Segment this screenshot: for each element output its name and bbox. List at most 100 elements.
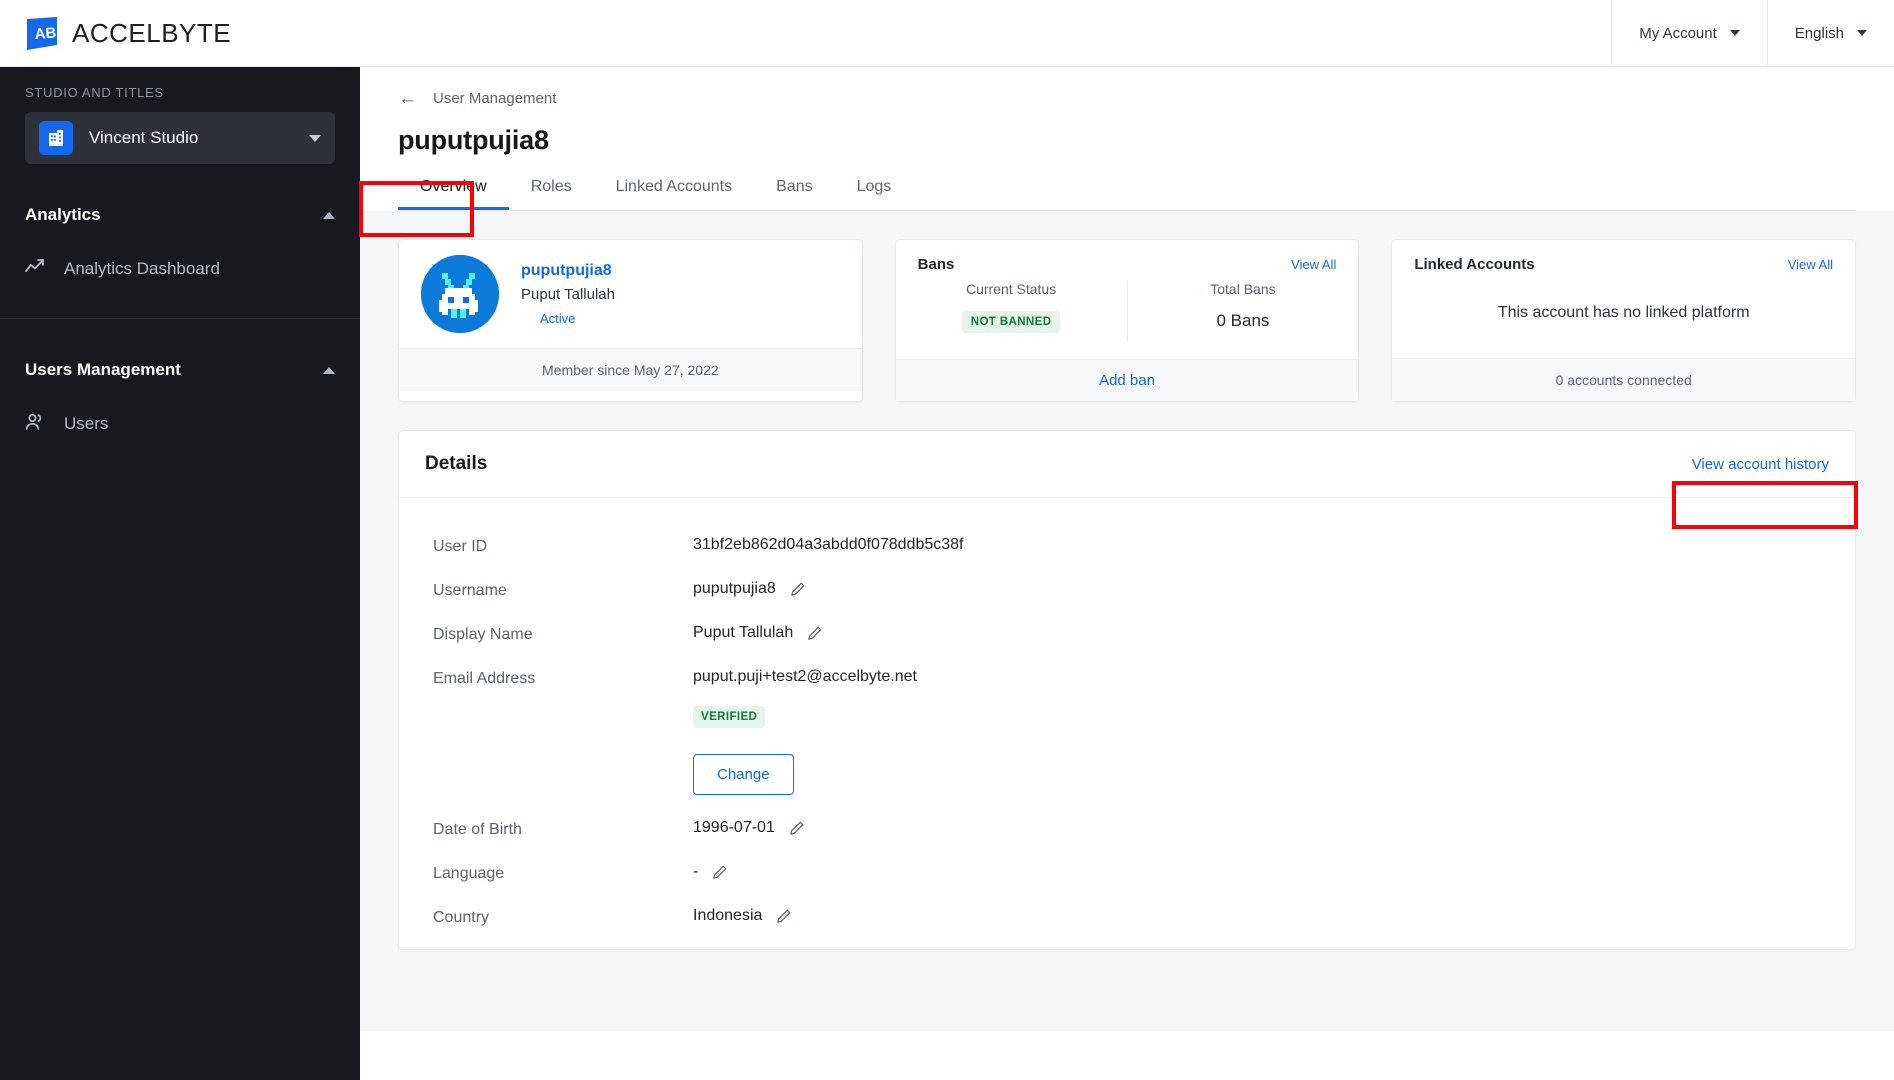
sidebar-item-label: Analytics Dashboard: [64, 259, 220, 278]
stat-label: Current Status: [965, 281, 1057, 297]
add-ban-button[interactable]: Add ban: [895, 359, 1359, 401]
tab-label: Linked Accounts: [615, 178, 733, 195]
sidebar-group-analytics[interactable]: Analytics: [0, 192, 360, 238]
tab-bar-underline: [398, 210, 1856, 211]
top-bar-actions: My Account English: [1611, 0, 1894, 67]
app-root: AB ACCELBYTE My Account English STUDIO A…: [0, 0, 1894, 1080]
trending-up-icon: [24, 256, 46, 283]
profile-display-name: Puput Tallulah: [521, 286, 615, 303]
bans-card-header: Bans View All: [896, 240, 1359, 273]
detail-row-display-name: Display Name Puput Tallulah: [399, 612, 1855, 656]
brand-name: ACCELBYTE: [72, 17, 232, 48]
sidebar-item-analytics-dashboard[interactable]: Analytics Dashboard: [0, 246, 360, 292]
breadcrumb-label: User Management: [433, 90, 557, 107]
building-icon: [39, 121, 73, 155]
tab-roles[interactable]: Roles: [509, 178, 594, 211]
avatar: [421, 255, 499, 333]
detail-value-line: 31bf2eb862d04a3abdd0f078ddb5c38f: [693, 536, 964, 554]
sidebar-group-title: Analytics: [25, 205, 101, 224]
email-verified-badge: VERIFIED: [693, 706, 766, 728]
detail-label: Date of Birth: [433, 821, 522, 838]
tab-linked-accounts[interactable]: Linked Accounts: [594, 178, 755, 211]
edit-pencil-icon[interactable]: [711, 864, 728, 881]
arrow-left-icon: ←: [398, 88, 417, 109]
profile-status-badge: Active: [540, 311, 576, 326]
detail-value-wrap: -: [693, 863, 728, 881]
tab-label: Bans: [776, 178, 813, 195]
view-account-history-link[interactable]: View account history: [1692, 456, 1829, 473]
chevron-down-icon: [309, 134, 321, 142]
change-email-button[interactable]: Change: [693, 754, 794, 795]
detail-label: Country: [433, 909, 490, 926]
content-area: puputpujia8 Puput Tallulah Active Member…: [360, 211, 1894, 1031]
profile-username[interactable]: puputpujia8: [521, 262, 615, 280]
studio-name: Vincent Studio: [89, 128, 199, 147]
bans-view-all-link[interactable]: View All: [1291, 257, 1336, 272]
detail-value-wrap: 31bf2eb862d04a3abdd0f078ddb5c38f: [693, 536, 964, 554]
bans-current-status: Current Status NOT BANNED: [896, 281, 1127, 341]
detail-value: -: [693, 863, 699, 880]
sidebar-group-users-management[interactable]: Users Management: [0, 347, 360, 393]
detail-value-line: puputpujia8: [693, 580, 806, 598]
profile-identity: puputpujia8 Puput Tallulah Active: [521, 262, 615, 326]
sidebar-item-label: Users: [64, 414, 109, 433]
edit-pencil-icon[interactable]: [806, 625, 823, 642]
breadcrumb[interactable]: ← User Management: [398, 89, 1856, 108]
detail-label: User ID: [433, 538, 488, 555]
profile-card-body: puputpujia8 Puput Tallulah Active: [399, 240, 862, 348]
detail-value-wrap: 1996-07-01: [693, 819, 805, 837]
detail-label: Username: [433, 582, 507, 599]
stat-label: Total Bans: [1210, 281, 1276, 297]
detail-value: puputpujia8: [693, 580, 776, 597]
brand-logo[interactable]: AB ACCELBYTE: [0, 16, 232, 50]
details-header: Details View account history: [399, 431, 1855, 498]
edit-pencil-icon[interactable]: [775, 908, 792, 925]
tab-overview[interactable]: Overview: [398, 178, 509, 211]
chevron-down-icon: [1729, 30, 1740, 36]
language-menu[interactable]: English: [1766, 0, 1894, 67]
detail-row-language: Language -: [399, 851, 1855, 895]
detail-row-username: Username puputpujia8: [399, 568, 1855, 612]
chevron-up-icon: [323, 211, 335, 219]
detail-label: Email Address: [433, 670, 536, 687]
svg-text:AB: AB: [34, 24, 57, 42]
detail-value-wrap: puput.puji+test2@accelbyte.net VERIFIED …: [693, 668, 917, 795]
sidebar-item-users[interactable]: Users: [0, 401, 360, 447]
summary-cards: puputpujia8 Puput Tallulah Active Member…: [398, 239, 1857, 402]
edit-pencil-icon[interactable]: [788, 820, 805, 837]
detail-row-date-of-birth: Date of Birth 1996-07-01: [399, 807, 1855, 851]
bans-card: Bans View All Current Status NOT BANNED …: [894, 239, 1360, 402]
detail-value-line: puput.puji+test2@accelbyte.net: [693, 668, 917, 686]
tab-bar: Overview Roles Linked Accounts Bans Logs: [398, 178, 1856, 211]
users-icon: [24, 411, 46, 438]
profile-card: puputpujia8 Puput Tallulah Active Member…: [398, 239, 863, 402]
my-account-menu[interactable]: My Account: [1611, 0, 1767, 67]
linked-accounts-card-title: Linked Accounts: [1414, 256, 1535, 273]
detail-value: Indonesia: [693, 907, 763, 924]
detail-value-line: Indonesia: [693, 907, 792, 925]
sidebar: STUDIO AND TITLES Vincent Studio Analyti…: [0, 56, 360, 1080]
chevron-down-icon: [1857, 30, 1867, 36]
tab-bans[interactable]: Bans: [754, 178, 834, 211]
detail-value: 31bf2eb862d04a3abdd0f078ddb5c38f: [693, 536, 964, 553]
page-header: ← User Management puputpujia8 Overview R…: [360, 67, 1894, 211]
detail-value-line: Puput Tallulah: [693, 624, 823, 642]
bans-card-title: Bans: [917, 256, 955, 273]
linked-accounts-view-all-link[interactable]: View All: [1788, 257, 1833, 272]
detail-value-wrap: puputpujia8: [693, 580, 806, 598]
detail-row-user-id: User ID 31bf2eb862d04a3abdd0f078ddb5c38f: [399, 524, 1855, 568]
edit-pencil-icon[interactable]: [789, 581, 806, 598]
studio-selector[interactable]: Vincent Studio: [25, 112, 335, 164]
linked-accounts-footer: 0 accounts connected: [1392, 358, 1856, 401]
details-body: User ID 31bf2eb862d04a3abdd0f078ddb5c38f…: [399, 498, 1855, 949]
detail-value: puput.puji+test2@accelbyte.net: [693, 668, 917, 685]
tab-label: Roles: [530, 178, 572, 195]
linked-accounts-card-header: Linked Accounts View All: [1392, 240, 1855, 273]
detail-row-email-address: Email Address puput.puji+test2@accelbyte…: [399, 656, 1855, 807]
tab-logs[interactable]: Logs: [835, 178, 914, 211]
accelbyte-logo-icon: AB: [27, 16, 59, 50]
detail-value-line: 1996-07-01: [693, 819, 805, 837]
detail-value-line: -: [693, 863, 728, 881]
linked-accounts-card: Linked Accounts View All This account ha…: [1391, 239, 1857, 402]
tab-label: Overview: [420, 178, 487, 195]
